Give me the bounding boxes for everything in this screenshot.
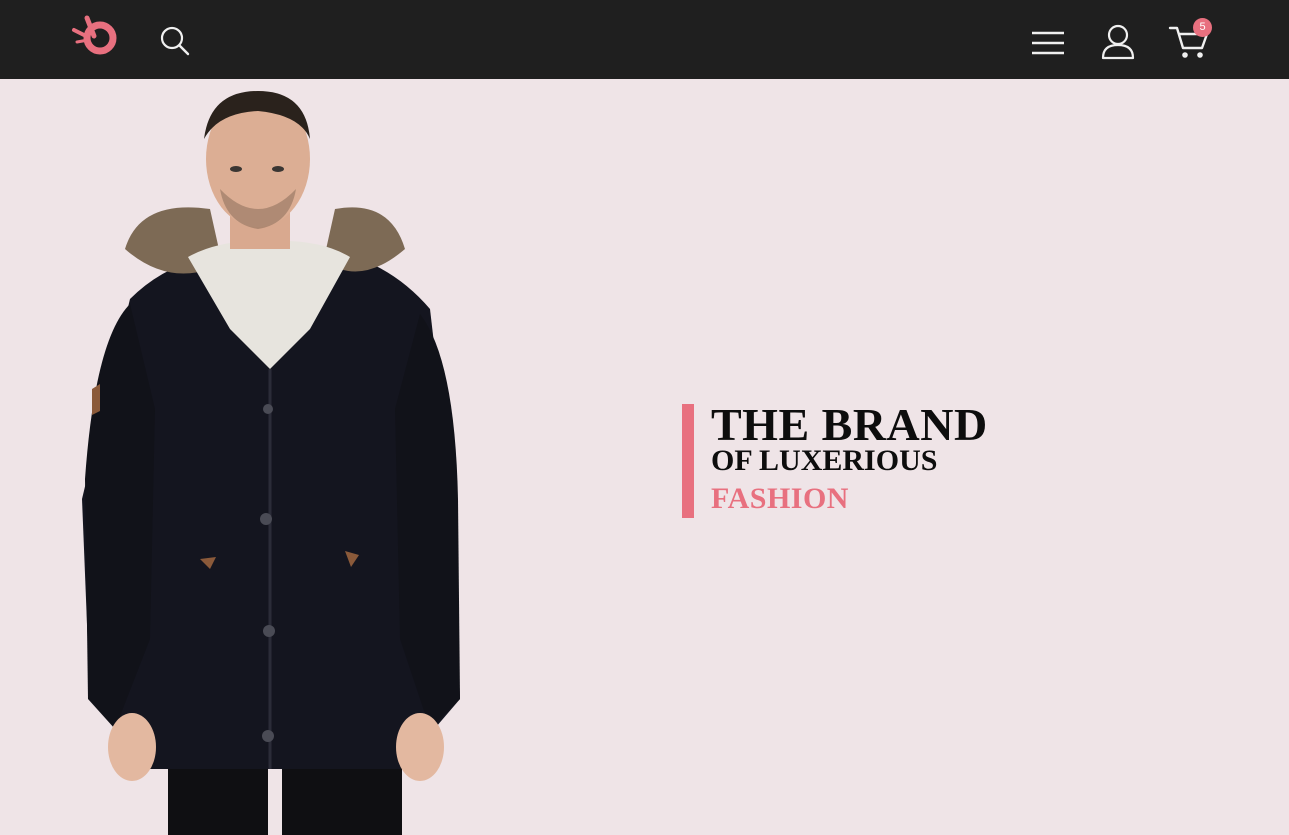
brand-logo-icon[interactable] [70, 14, 122, 58]
cart-count-badge: 5 [1193, 18, 1212, 37]
headline-line-3: FASHION [711, 482, 849, 515]
top-navigation-bar: 5 [0, 0, 1289, 79]
headline-line-2: OF LUXERIOUS [711, 444, 938, 477]
headline-accent-bar [682, 404, 694, 518]
hamburger-menu-icon[interactable] [1028, 26, 1068, 60]
search-icon[interactable] [158, 24, 192, 58]
model-in-parka-image [82, 91, 460, 835]
user-icon[interactable] [1098, 22, 1138, 62]
